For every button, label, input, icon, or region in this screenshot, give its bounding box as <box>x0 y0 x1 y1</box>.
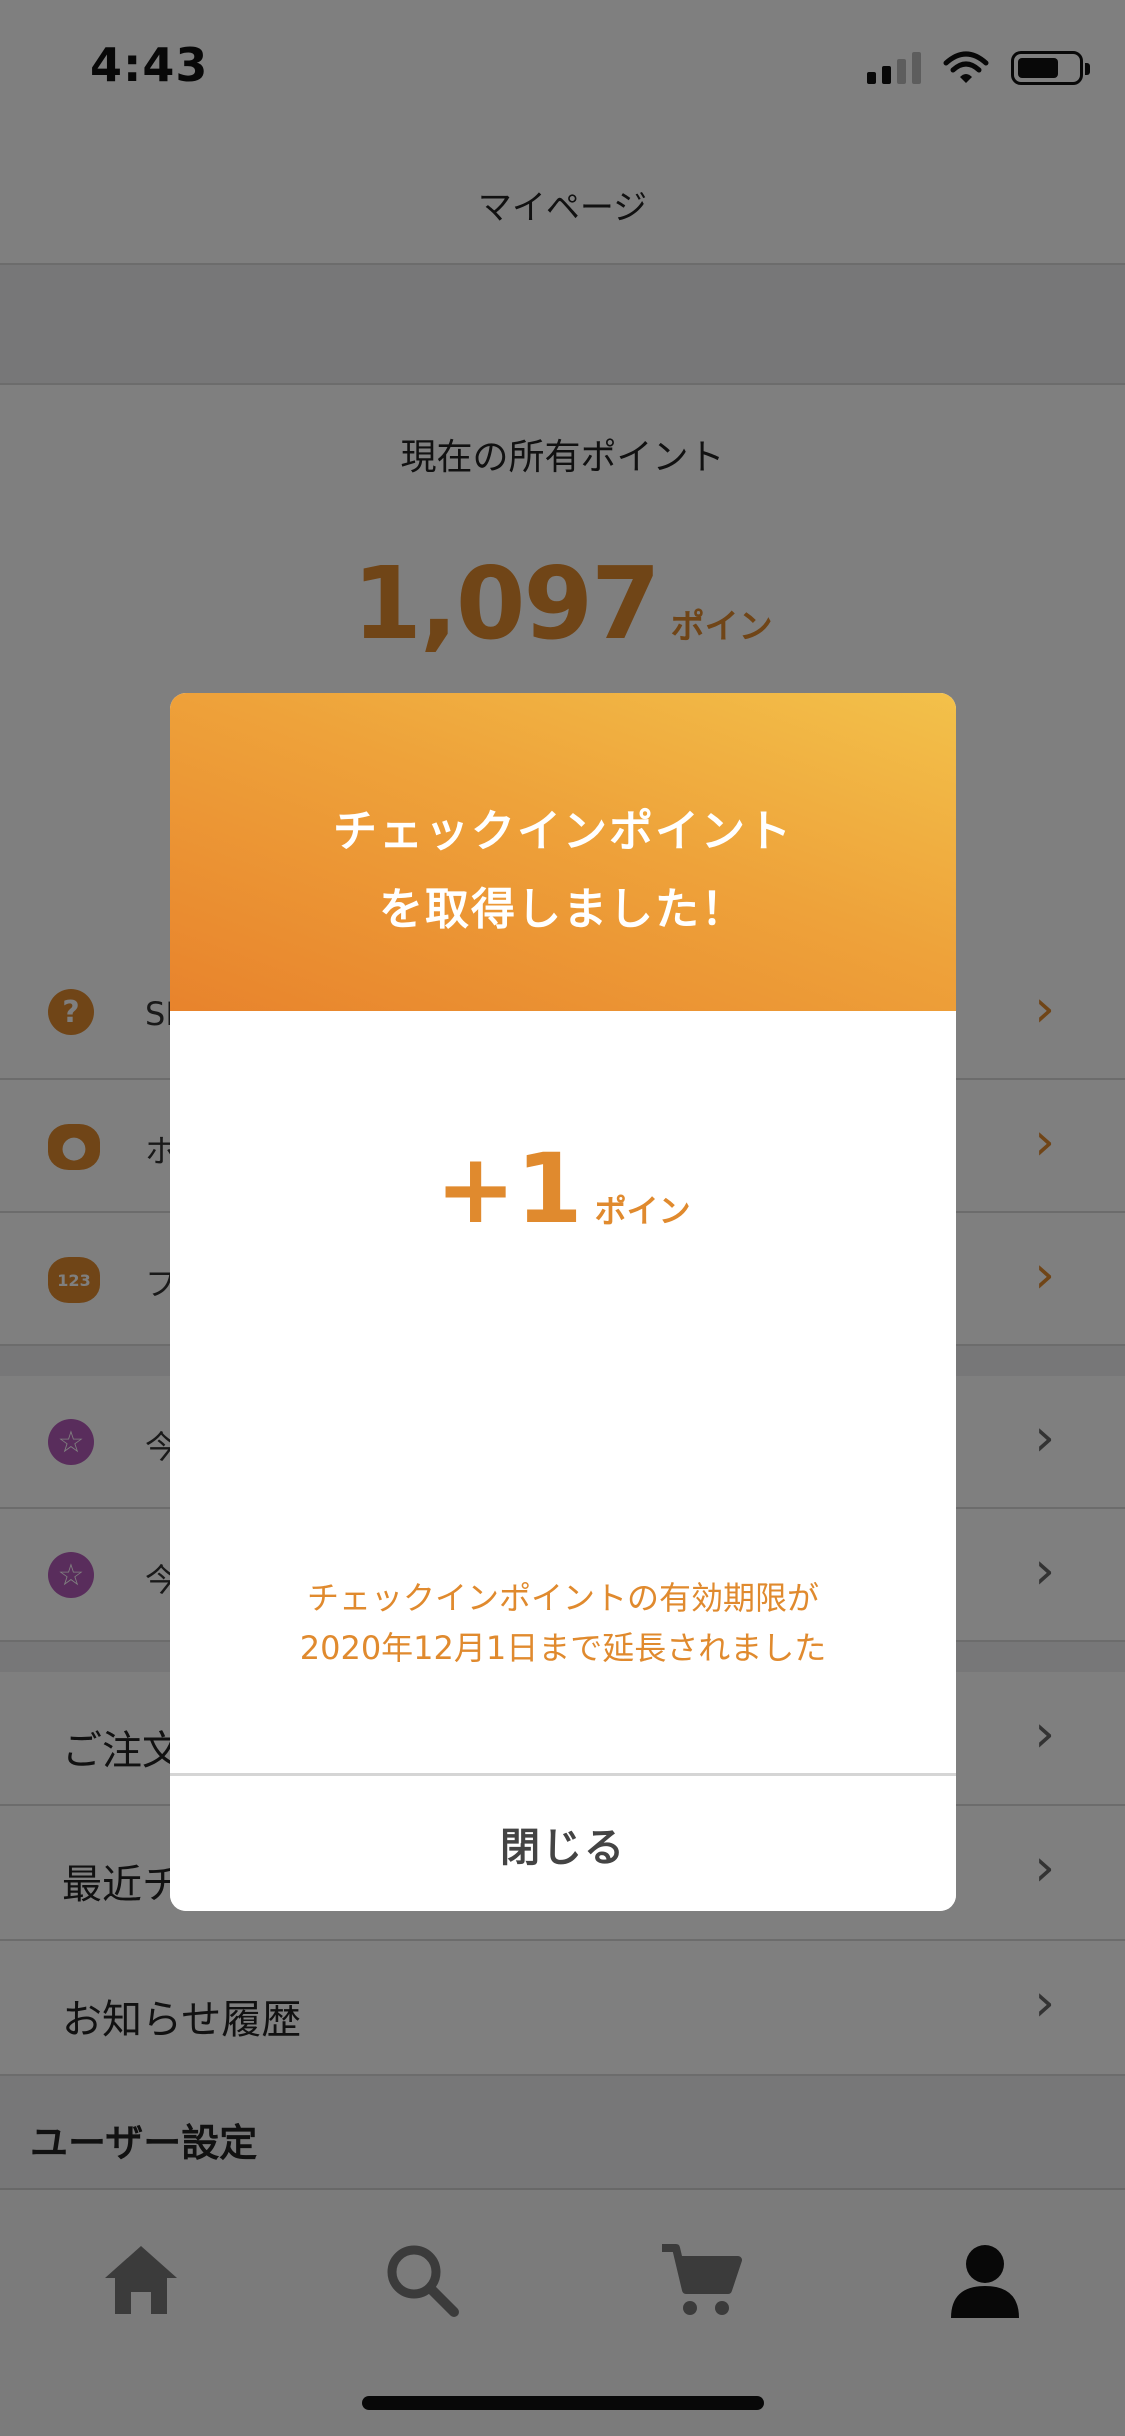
expiry-extension-notice: チェックインポイントの有効期限が 2020年12月1日まで延長されました <box>170 1573 956 1673</box>
dialog-title-line-2: を取得しました！ <box>379 884 747 935</box>
notice-line-1: チェックインポイントの有効期限が <box>306 1579 819 1617</box>
earned-points-unit: ポイン <box>594 1192 691 1230</box>
dialog-header: チェックインポイント を取得しました！ <box>170 693 956 1011</box>
dialog-title-line-1: チェックインポイント <box>333 806 793 857</box>
earned-points: +1 ポイン <box>170 1133 956 1245</box>
notice-line-2: 2020年12月1日まで延長されました <box>299 1629 827 1667</box>
dialog-title: チェックインポイント を取得しました！ <box>170 793 956 949</box>
checkin-points-dialog: チェックインポイント を取得しました！ +1 ポイン チェックインポイントの有効期… <box>170 693 956 1911</box>
earned-points-value: +1 <box>435 1133 583 1245</box>
close-button[interactable]: 閉じる <box>170 1773 956 1911</box>
